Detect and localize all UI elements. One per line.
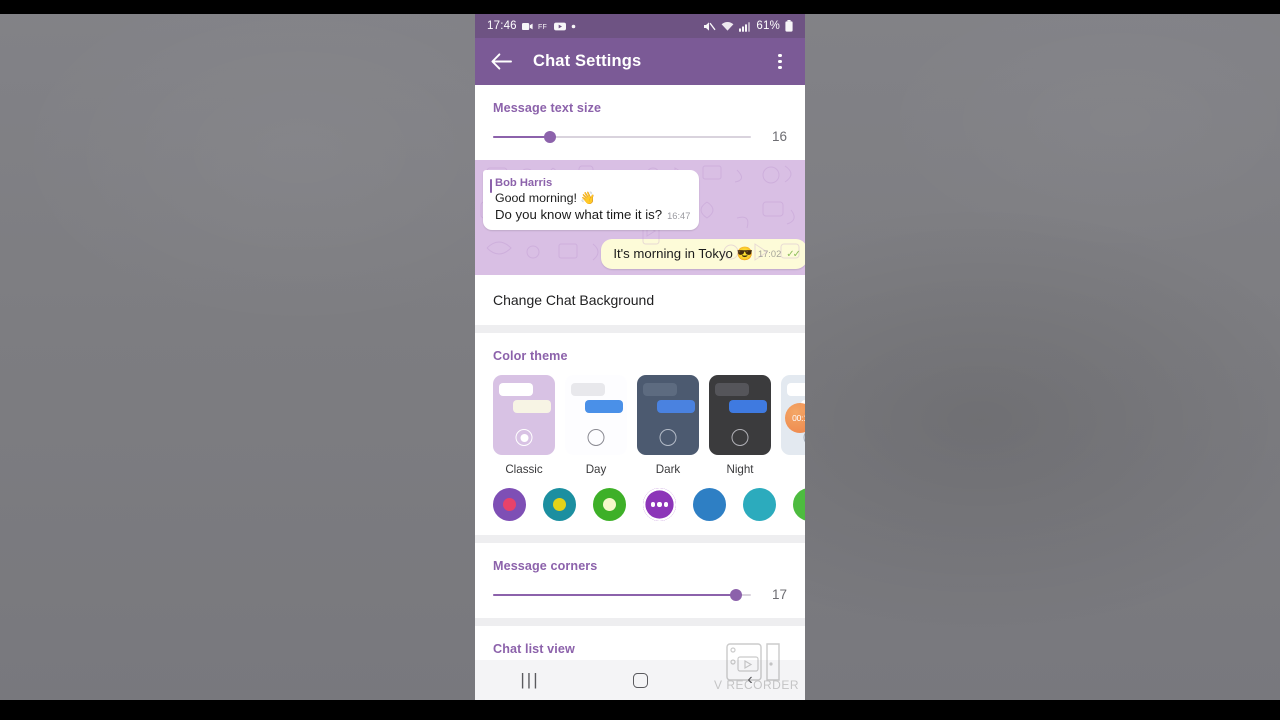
chat-preview: Bob Harris Good morning! 👋 Do you know w…	[475, 160, 805, 275]
slider-thumb[interactable]	[729, 588, 742, 601]
status-bar-right: 61%	[703, 20, 797, 32]
theme-option-dark[interactable]: Dark	[637, 375, 699, 476]
status-time: 17:46	[487, 20, 517, 32]
phone-screen: 17:46 FF 61% Chat Settings Message text …	[475, 14, 805, 700]
video-camera-icon	[521, 22, 533, 31]
color-swatch-cyan[interactable]	[743, 488, 776, 521]
incoming-message-time: 16:47	[667, 211, 691, 221]
swatch-inner-dot	[603, 498, 616, 511]
chat-list-view-label: Chat list view	[493, 642, 575, 656]
theme-radio-button[interactable]	[587, 429, 605, 446]
slider-thumb[interactable]	[543, 130, 556, 143]
status-bar-left: 17:46 FF	[483, 20, 576, 32]
theme-list[interactable]: Classic Day Dark Night A	[475, 363, 805, 482]
message-line-2: Do you know what time it is?	[495, 207, 663, 222]
theme-name-label: Classic	[505, 463, 543, 476]
svg-text:FF: FF	[538, 24, 547, 31]
mute-icon	[703, 21, 716, 32]
change-chat-background-button[interactable]: Change Chat Background	[475, 275, 805, 325]
back-arrow-icon[interactable]	[489, 50, 513, 74]
message-line-1: Good morning! 👋	[495, 191, 596, 205]
section-divider-2	[475, 535, 805, 543]
youtube-icon	[553, 22, 566, 31]
theme-name-label: Dark	[655, 463, 681, 476]
message-sender-name: Bob Harris	[495, 177, 553, 189]
theme-option-night[interactable]: Night	[709, 375, 771, 476]
color-swatch-blue[interactable]	[693, 488, 726, 521]
message-text-size-row: 16	[475, 115, 805, 160]
theme-name-label: Day	[585, 463, 607, 476]
message-text-size-slider[interactable]	[493, 130, 751, 143]
home-icon[interactable]	[585, 672, 695, 688]
theme-option-day[interactable]: Day	[565, 375, 627, 476]
letterbox-bottom	[0, 700, 1280, 720]
theme-name-label: Night	[726, 463, 754, 476]
letterbox-top	[0, 0, 1280, 14]
theme-radio-button[interactable]	[515, 429, 533, 446]
theme-bubble-outgoing	[585, 400, 623, 413]
more-colors-icon	[650, 502, 669, 507]
section-divider-1	[475, 325, 805, 333]
color-swatch-list[interactable]	[475, 482, 805, 535]
swatch-inner-dot	[553, 498, 566, 511]
back-icon[interactable]: ‹	[695, 671, 805, 689]
dot-icon	[571, 24, 576, 29]
change-background-card: Change Chat Background	[475, 275, 805, 325]
page-title: Chat Settings	[533, 52, 642, 70]
theme-thumbnail[interactable]	[493, 375, 555, 455]
theme-bubble-incoming	[643, 383, 677, 396]
message-text-size-value: 16	[771, 129, 787, 144]
color-swatch-more-colors[interactable]	[643, 488, 676, 521]
wifi-icon	[721, 21, 734, 32]
overflow-menu-icon[interactable]	[769, 50, 791, 74]
message-corners-value: 17	[771, 587, 787, 602]
theme-thumbnail[interactable]	[637, 375, 699, 455]
signal-icon	[739, 21, 751, 32]
message-corners-card: Message corners 17	[475, 543, 805, 618]
theme-bubble-outgoing	[657, 400, 695, 413]
system-navigation-bar: ||| ‹	[475, 660, 805, 700]
ff-icon: FF	[538, 22, 549, 31]
recents-icon[interactable]: |||	[475, 670, 585, 690]
theme-name-label: A	[781, 463, 805, 476]
theme-thumbnail[interactable]	[565, 375, 627, 455]
app-toolbar: Chat Settings	[475, 38, 805, 85]
swatch-inner-dot	[503, 498, 516, 511]
slider-fill	[493, 593, 736, 596]
settings-scroll-area[interactable]: Message text size 16 Bob Harris Good mor…	[475, 85, 805, 700]
battery-percentage: 61%	[756, 20, 780, 32]
section-divider-3	[475, 618, 805, 626]
theme-bubble-incoming	[787, 383, 805, 396]
theme-option-classic[interactable]: Classic	[493, 375, 555, 476]
message-corners-row: 17	[475, 573, 805, 618]
theme-bubble-incoming	[499, 383, 533, 396]
message-text-size-card: Message text size 16	[475, 85, 805, 160]
color-swatch-teal-yellow[interactable]	[543, 488, 576, 521]
color-swatch-green-cream[interactable]	[593, 488, 626, 521]
status-bar: 17:46 FF 61%	[475, 14, 805, 38]
battery-icon	[785, 20, 793, 32]
theme-bubble-incoming	[571, 383, 605, 396]
message-corners-slider[interactable]	[493, 588, 751, 601]
theme-bubble-outgoing	[729, 400, 767, 413]
message-text-size-label: Message text size	[493, 101, 602, 115]
color-theme-card: Color theme Classic Day Dark Night A	[475, 333, 805, 535]
incoming-message-bubble[interactable]: Bob Harris Good morning! 👋 Do you know w…	[483, 170, 700, 230]
theme-radio-button[interactable]	[659, 429, 677, 446]
screen-stage: 17:46 FF 61% Chat Settings Message text …	[0, 0, 1280, 720]
color-swatch-purple-pink[interactable]	[493, 488, 526, 521]
color-swatch-green[interactable]	[793, 488, 805, 521]
theme-bubble-outgoing	[513, 400, 551, 413]
slider-fill	[493, 135, 550, 138]
message-corners-label: Message corners	[493, 559, 598, 573]
theme-bubble-incoming	[715, 383, 749, 396]
theme-radio-button[interactable]	[731, 429, 749, 446]
color-theme-label: Color theme	[493, 349, 568, 363]
theme-thumbnail[interactable]	[709, 375, 771, 455]
